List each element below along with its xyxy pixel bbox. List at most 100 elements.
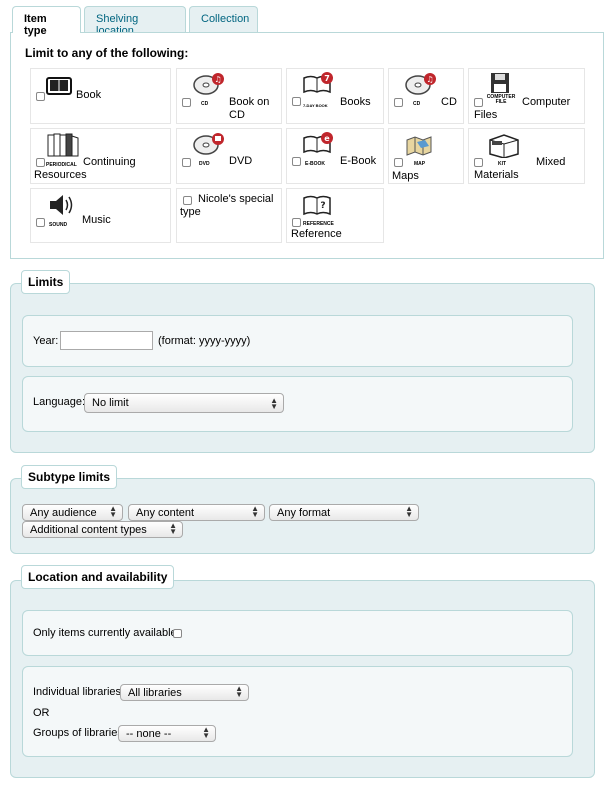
cd-checkbox[interactable] [394,98,403,107]
item-type-label: CD [441,96,457,108]
item-type-continuing-resources[interactable]: PERIODICAL Continuing Resources [30,128,171,184]
audience-select-value: Any audience [30,507,97,519]
subtype-fieldset: Any audience ▲ ▼ Any content ▲ ▼ Any forma… [10,478,595,554]
availability-label: Only items currently available [33,627,177,639]
limits-fieldset: Year: (format: yyyy-yyyy) Language: No l… [10,283,595,453]
content-select-value: Any content [136,507,195,519]
location-fieldset: Only items currently available Individua… [10,580,595,778]
cd-icon: ♫ [405,73,436,95]
item-type-label: Books [340,96,371,108]
item-type-label: Nicole's special type [180,193,274,218]
tab-item-type[interactable]: Item type [12,6,81,37]
maps-checkbox[interactable] [394,158,403,167]
svg-text:?: ? [320,201,325,211]
item-type-label: Continuing Resources [34,156,136,181]
periodical-icon [47,133,79,157]
e-book-icon: e [303,132,333,154]
sound-icon [50,195,73,215]
svg-text:♫: ♫ [426,75,433,84]
select-arrows-icon: ▲ ▼ [109,504,117,519]
tab-shelving-location[interactable]: Shelving location [84,6,186,37]
tab-collection[interactable]: Collection [189,6,258,32]
icon-caption: E-BOOK [305,161,325,167]
book-icon [46,77,72,95]
availability-row: Only items currently available [22,610,573,656]
select-arrows-icon: ▲ ▼ [251,504,259,519]
icon-caption: SOUND [49,222,68,228]
additional-content-types-select[interactable]: Additional content types ▲ ▼ [22,521,183,538]
map-icon [406,136,432,156]
item-type-label: Book on CD [229,96,270,121]
svg-text:e: e [324,134,330,143]
item-type-label: E-Book [340,155,377,167]
item-type-music[interactable]: SOUND Music [30,188,171,243]
language-select[interactable]: No limit ▲ ▼ [84,393,284,413]
reference-checkbox[interactable] [292,218,301,227]
item-type-maps[interactable]: MAP Maps [388,128,464,184]
groups-label: Groups of libraries [33,727,123,739]
groups-select[interactable]: -- none -- ▲ ▼ [118,725,216,742]
item-type-books[interactable]: 7 7-DAY BOOK Books [286,68,384,124]
dvd-checkbox[interactable] [182,158,191,167]
language-label: Language: [33,396,85,408]
icon-caption: CD [201,101,209,107]
format-select[interactable]: Any format ▲ ▼ [269,504,419,521]
libraries-select[interactable]: All libraries ▲ ▼ [120,684,249,701]
language-row: Language: No limit ▲ ▼ [22,376,573,432]
limits-legend: Limits [21,270,71,294]
item-type-label: Reference [291,228,342,240]
svg-text:7: 7 [324,74,330,83]
books-checkbox[interactable] [292,97,301,106]
item-type-e-book[interactable]: e E-BOOK E-Book [286,128,384,184]
content-select[interactable]: Any content ▲ ▼ [128,504,265,521]
libraries-select-value: All libraries [128,687,182,699]
computer-file-icon [491,73,509,93]
select-arrows-icon: ▲ ▼ [169,521,177,536]
item-type-label: Book [76,89,102,101]
kit-icon [489,134,519,158]
item-type-book[interactable]: Book [30,68,171,124]
select-arrows-icon: ▲ ▼ [235,684,243,699]
item-type-heading: Limit to any of the following: [25,46,189,60]
groups-select-value: -- none -- [126,728,172,740]
dvd-icon [193,133,224,155]
item-type-cd[interactable]: ♫ CD CD [388,68,464,124]
libraries-label: Individual libraries: [33,686,125,698]
e-book-checkbox[interactable] [292,157,301,166]
book-checkbox[interactable] [36,92,45,101]
svg-text:♫: ♫ [214,75,221,84]
item-type-mixed-materials[interactable]: KIT Mixed Materials [468,128,585,184]
item-type-label: DVD [229,155,253,167]
item-type-book-on-cd[interactable]: ♫ CD Book on CD [176,68,282,124]
audience-select[interactable]: Any audience ▲ ▼ [22,504,123,521]
year-label: Year: [33,335,59,347]
icon-caption: CD [413,101,421,107]
music-checkbox[interactable] [36,218,45,227]
availability-checkbox[interactable] [173,629,182,638]
year-format-hint: (format: yyyy-yyyy) [158,335,251,347]
language-select-value: No limit [92,397,129,409]
year-row: Year: (format: yyyy-yyyy) [22,315,573,367]
select-arrows-icon: ▲ ▼ [405,504,413,519]
item-type-dvd[interactable]: DVD DVD [176,128,282,184]
subtype-legend: Subtype limits [21,465,118,489]
additional-select-value: Additional content types [30,524,147,536]
7-day-book-icon: 7 [303,72,333,94]
item-type-label-text: Computer Files [474,96,571,121]
item-type-nicoles-special-type[interactable]: Nicole's special type [176,188,282,243]
or-label: OR [33,707,50,719]
reference-icon: ? [303,195,331,216]
icon-caption: DVD [199,161,210,167]
cd-icon: ♫ [193,73,224,95]
select-arrows-icon: ▲ ▼ [270,396,278,411]
book-on-cd-checkbox[interactable] [182,98,191,107]
tab-label: Collection [201,13,250,25]
icon-caption: 7-DAY BOOK [303,103,328,108]
location-legend: Location and availability [21,565,175,589]
year-input[interactable] [60,331,153,350]
select-arrows-icon: ▲ ▼ [202,725,210,740]
item-type-computer-files[interactable]: COMPUTER FILE Computer Files [468,68,585,124]
item-type-reference[interactable]: ? REFERENCE Reference [286,188,384,243]
item-type-label: Music [82,214,111,226]
item-type-label: Maps [392,170,419,182]
